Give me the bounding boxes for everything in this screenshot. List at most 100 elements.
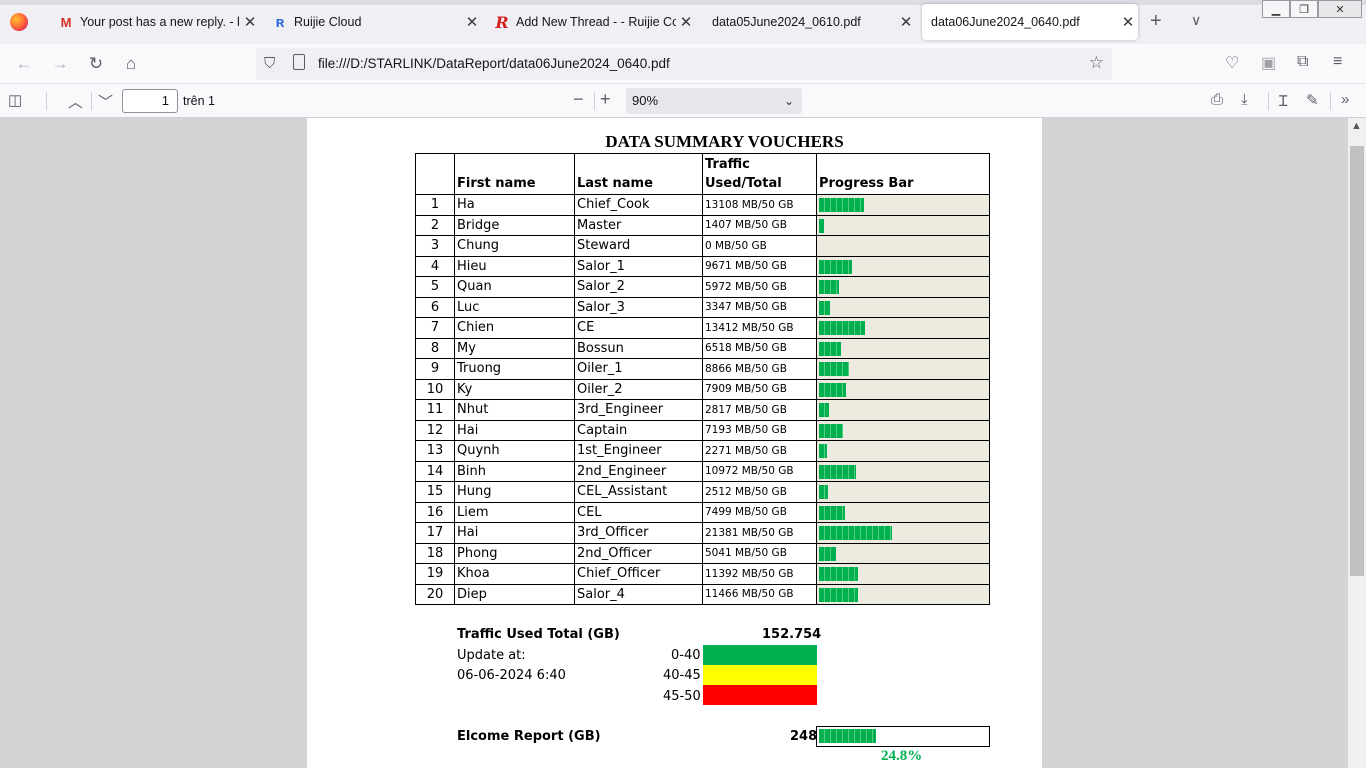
tab-gmail[interactable]: M Your post has a new reply. - lie ✕	[50, 4, 260, 40]
chevron-down-icon: ⌄	[783, 94, 794, 108]
zoom-select[interactable]: 90% ⌄	[626, 88, 802, 114]
list-all-tabs-icon[interactable]: ∨	[1191, 12, 1201, 29]
traffic-cell: 2512 MB/50 GB	[702, 481, 817, 503]
next-page-icon[interactable]: ﹀	[98, 91, 113, 112]
reload-icon[interactable]: ↻	[85, 53, 107, 75]
last-name-cell: 3rd_Engineer	[574, 399, 703, 421]
traffic-cell: 5041 MB/50 GB	[702, 542, 817, 564]
row-number: 17	[415, 522, 455, 544]
zoom-in-icon[interactable]: +	[600, 89, 611, 110]
table-row: 20 Diep Salor_4 11466 MB/50 GB	[415, 583, 990, 605]
traffic-cell: 13108 MB/50 GB	[702, 194, 817, 216]
row-number: 13	[415, 440, 455, 462]
tab-pdf-05june[interactable]: data05June2024_0610.pdf ✕	[704, 4, 916, 40]
back-arrow-icon[interactable]: ←	[13, 53, 35, 75]
progress-fill	[819, 485, 828, 499]
close-window-button[interactable]: ✕	[1318, 0, 1362, 18]
progress-bar-cell	[816, 296, 990, 318]
ruijie-community-icon: R	[495, 12, 509, 32]
table-row: 13 Quynh 1st_Engineer 2271 MB/50 GB	[415, 440, 990, 462]
update-time: 06-06-2024 6:40	[457, 668, 566, 683]
table-row: 3 Chung Steward 0 MB/50 GB	[415, 235, 990, 257]
zoom-out-icon[interactable]: −	[573, 89, 584, 110]
table-row: 9 Truong Oiler_1 8866 MB/50 GB	[415, 358, 990, 380]
sidebar-toggle-icon[interactable]: ◫	[8, 91, 22, 109]
bookmark-star-icon[interactable]: ☆	[1089, 53, 1104, 73]
menu-icon[interactable]: ≡	[1333, 53, 1342, 71]
update-label: Update at:	[457, 648, 526, 663]
first-name-cell: Phong	[454, 542, 575, 564]
draw-icon[interactable]: ✎	[1306, 91, 1319, 109]
pdf-page: DATA SUMMARY VOUCHERS First name Last na…	[307, 118, 1042, 768]
first-name-cell: Khoa	[454, 563, 575, 585]
tab-label: Ruijie Cloud	[294, 15, 362, 29]
scrollbar-thumb[interactable]	[1350, 146, 1364, 576]
progress-fill	[819, 546, 836, 561]
close-icon[interactable]: ✕	[676, 13, 696, 31]
home-icon[interactable]: ⌂	[120, 53, 142, 75]
forward-arrow-icon[interactable]: →	[49, 53, 71, 75]
minimize-button[interactable]: ▁	[1262, 0, 1290, 18]
url-bar[interactable]: ⛉ file:///D:/STARLINK/DataReport/data06J…	[256, 48, 1112, 80]
page-number-input[interactable]: 1	[122, 89, 178, 113]
first-name-cell: Truong	[454, 358, 575, 380]
traffic-cell: 9671 MB/50 GB	[702, 255, 817, 277]
first-name-cell: Liem	[454, 501, 575, 523]
new-tab-button[interactable]: +	[1150, 10, 1162, 33]
progress-fill	[819, 218, 824, 233]
url-text[interactable]: file:///D:/STARLINK/DataReport/data06Jun…	[318, 56, 670, 71]
shield-icon[interactable]: ⛉	[264, 55, 275, 72]
progress-fill	[819, 423, 843, 438]
divider	[594, 92, 595, 110]
table-row: 6 Luc Salor_3 3347 MB/50 GB	[415, 296, 990, 318]
extensions-puzzle-icon[interactable]: ⧉	[1297, 53, 1308, 71]
tab-ruijie-cloud[interactable]: ʀ Ruijie Cloud ✕	[264, 4, 482, 40]
table-row: 5 Quan Salor_2 5972 MB/50 GB	[415, 276, 990, 298]
legend-range-green: 0-40	[671, 648, 701, 663]
table-row: 2 Bridge Master 1407 MB/50 GB	[415, 214, 990, 236]
close-icon[interactable]: ✕	[462, 13, 482, 31]
table-row: 18 Phong 2nd_Officer 5041 MB/50 GB	[415, 542, 990, 564]
text-tool-icon[interactable]: Ɪ	[1279, 91, 1287, 111]
progress-fill	[819, 362, 849, 376]
table-row: 1 Ha Chief_Cook 13108 MB/50 GB	[415, 194, 990, 216]
last-name-cell: Salor_2	[574, 276, 703, 298]
print-icon[interactable]: ⎙	[1211, 91, 1223, 108]
table-row: 11 Nhut 3rd_Engineer 2817 MB/50 GB	[415, 399, 990, 421]
row-number: 4	[415, 255, 455, 277]
tab-ruijie-community[interactable]: R Add New Thread - - Ruijie Com ✕	[486, 4, 696, 40]
tab-strip: M Your post has a new reply. - lie ✕ ʀ R…	[0, 0, 1366, 44]
tools-menu-icon[interactable]: »	[1341, 91, 1349, 108]
elcome-progress-bar	[816, 726, 990, 747]
close-icon[interactable]: ✕	[240, 13, 260, 31]
traffic-cell: 21381 MB/50 GB	[702, 522, 817, 544]
last-name-cell: Steward	[574, 235, 703, 257]
first-name-cell: Ky	[454, 378, 575, 400]
restore-button[interactable]: ❐	[1290, 0, 1318, 18]
last-name-cell: Master	[574, 214, 703, 236]
header-traffic-line1: Traffic	[705, 157, 750, 172]
progress-fill	[819, 280, 839, 294]
progress-fill	[819, 464, 856, 479]
progress-bar-cell	[816, 255, 990, 277]
save-icon[interactable]: ⤓	[1241, 91, 1248, 108]
close-icon[interactable]: ✕	[1118, 13, 1138, 31]
tab-label: Add New Thread - - Ruijie Com	[516, 15, 676, 29]
progress-bar-cell	[816, 542, 990, 564]
previous-page-icon[interactable]: ︿	[68, 91, 83, 112]
header-last-name: Last name	[574, 153, 703, 195]
first-name-cell: My	[454, 337, 575, 359]
scroll-up-icon[interactable]: ▲	[1351, 120, 1362, 132]
header-num	[415, 153, 455, 195]
tab-pdf-06june[interactable]: data06June2024_0640.pdf ✕	[922, 4, 1138, 40]
progress-bar-cell	[816, 194, 990, 216]
traffic-cell: 5972 MB/50 GB	[702, 276, 817, 298]
first-name-cell: Hai	[454, 522, 575, 544]
extension-icon[interactable]: ▣	[1261, 53, 1276, 73]
first-name-cell: Chung	[454, 235, 575, 257]
progress-bar-cell	[816, 563, 990, 585]
row-number: 12	[415, 419, 455, 441]
close-icon[interactable]: ✕	[896, 13, 916, 31]
pocket-icon[interactable]: ♡	[1225, 53, 1239, 73]
header-first-name: First name	[454, 153, 575, 195]
